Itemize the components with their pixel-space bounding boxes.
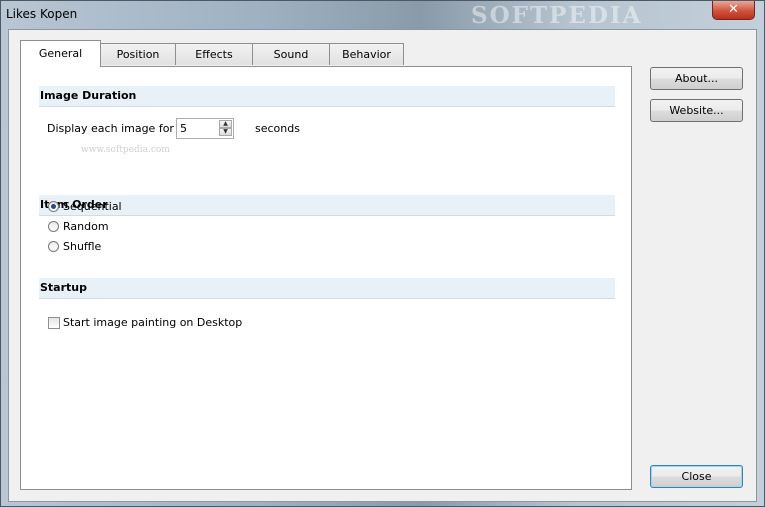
section-image-duration: Image Duration — [39, 86, 615, 107]
section-startup: Startup — [39, 278, 615, 299]
radio-random-label[interactable]: Random — [63, 220, 109, 233]
radio-shuffle-label[interactable]: Shuffle — [63, 240, 101, 253]
tab-behavior[interactable]: Behavior — [329, 43, 404, 65]
tab-position[interactable]: Position — [100, 43, 176, 65]
tab-general[interactable]: General — [20, 40, 101, 67]
about-button[interactable]: About... — [650, 67, 743, 90]
website-button[interactable]: Website... — [650, 99, 743, 122]
window-close-icon[interactable]: ✕ — [712, 1, 755, 20]
tab-sound[interactable]: Sound — [252, 43, 330, 65]
radio-shuffle[interactable] — [48, 241, 59, 252]
duration-unit-label: seconds — [255, 122, 300, 135]
duration-value[interactable]: 5 — [180, 122, 187, 135]
window-title: Likes Kopen — [6, 7, 78, 21]
app-window: Likes Kopen SOFTPEDIA ✕ General Position… — [0, 0, 765, 507]
close-button[interactable]: Close — [650, 465, 743, 488]
duration-stepper[interactable]: 5 ▲ ▼ — [176, 118, 234, 139]
title-bar[interactable]: Likes Kopen SOFTPEDIA ✕ — [1, 1, 764, 29]
dialog-client-area: General Position Effects Sound Behavior … — [8, 29, 757, 502]
section-item-order: Item Order — [39, 195, 615, 216]
startup-checkbox[interactable] — [48, 317, 60, 329]
tab-panel-general: Image Duration Display each image for 5 … — [20, 66, 632, 490]
startup-checkbox-label[interactable]: Start image painting on Desktop — [63, 316, 242, 329]
tab-effects[interactable]: Effects — [175, 43, 253, 65]
spinner-buttons: ▲ ▼ — [219, 120, 232, 137]
spin-up-icon[interactable]: ▲ — [219, 120, 232, 128]
radio-sequential[interactable] — [48, 201, 59, 212]
display-duration-label: Display each image for — [47, 122, 174, 135]
radio-random[interactable] — [48, 221, 59, 232]
spin-down-icon[interactable]: ▼ — [219, 128, 232, 136]
radio-sequential-label[interactable]: Sequential — [63, 200, 122, 213]
softpedia-watermark: SOFTPEDIA — [471, 2, 643, 29]
softpedia-url-watermark: www.softpedia.com — [81, 145, 170, 155]
